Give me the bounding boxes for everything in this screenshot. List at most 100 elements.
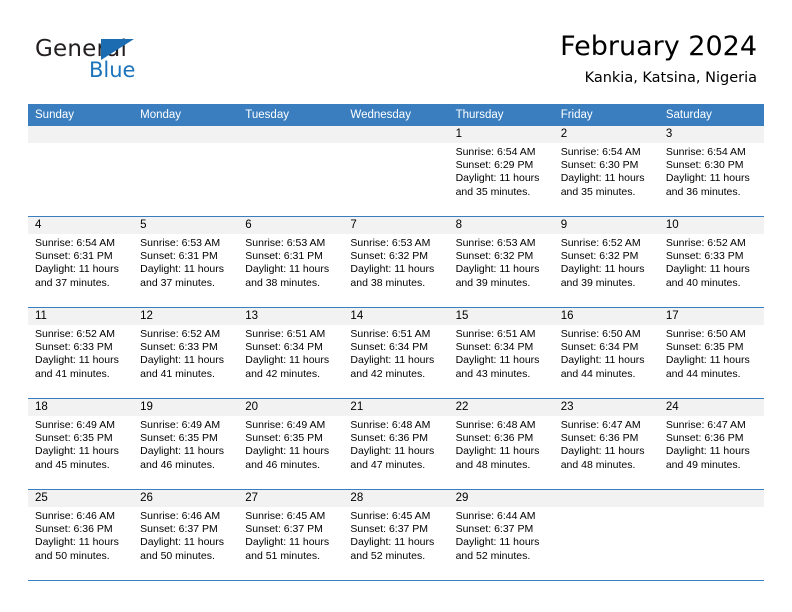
day-cell-inner: 15 Sunrise: 6:51 AM Sunset: 6:34 PM Dayligh… [448, 308, 554, 398]
day-sun-info: Sunrise: 6:54 AM Sunset: 6:31 PM Daylight:… [28, 234, 133, 290]
sunrise-text: Sunrise: 6:53 AM [455, 237, 536, 249]
day-sun-info: Sunrise: 6:54 AM Sunset: 6:30 PM Daylight:… [659, 143, 764, 199]
calendar-day-cell[interactable]: 2 Sunrise: 6:54 AM Sunset: 6:30 PM Daylight… [553, 126, 659, 217]
day-cell-inner [343, 126, 449, 216]
calendar-day-cell[interactable]: 10 Sunrise: 6:52 AM Sunset: 6:33 PM Dayligh… [658, 216, 764, 308]
calendar-day-cell[interactable]: 16 Sunrise: 6:50 AM Sunset: 6:34 PM Dayligh… [553, 307, 659, 399]
day-number: 8 [448, 217, 554, 234]
daylight-text: Daylight: 11 hours and 51 minutes. [245, 536, 330, 562]
calendar-day-cell[interactable]: 14 Sunrise: 6:51 AM Sunset: 6:34 PM Dayligh… [343, 307, 449, 399]
daylight-text: Daylight: 11 hours and 52 minutes. [455, 536, 540, 562]
day-number: 15 [448, 308, 554, 325]
sunset-text: Sunset: 6:35 PM [665, 341, 744, 354]
calendar-day-cell[interactable]: 22 Sunrise: 6:48 AM Sunset: 6:36 PM Dayligh… [448, 398, 554, 490]
calendar-day-cell[interactable]: 5 Sunrise: 6:53 AM Sunset: 6:31 PM Daylight… [133, 216, 239, 308]
calendar-day-cell-empty [28, 126, 134, 217]
day-number: 22 [448, 399, 554, 416]
day-number: 3 [658, 126, 764, 143]
day-number [343, 126, 449, 143]
calendar-day-cell[interactable]: 6 Sunrise: 6:53 AM Sunset: 6:31 PM Daylight… [238, 216, 344, 308]
sunrise-text: Sunrise: 6:53 AM [245, 237, 326, 249]
calendar-day-cell[interactable]: 24 Sunrise: 6:47 AM Sunset: 6:36 PM Dayligh… [658, 398, 764, 490]
calendar-day-cell[interactable]: 21 Sunrise: 6:48 AM Sunset: 6:36 PM Dayligh… [343, 398, 449, 490]
calendar-day-cell[interactable]: 26 Sunrise: 6:46 AM Sunset: 6:37 PM Dayligh… [133, 489, 239, 581]
daylight-text: Daylight: 11 hours and 35 minutes. [455, 172, 540, 198]
calendar-day-cell-empty [553, 489, 659, 581]
calendar-day-cell[interactable]: 25 Sunrise: 6:46 AM Sunset: 6:36 PM Dayligh… [28, 489, 134, 581]
day-cell-inner: 13 Sunrise: 6:51 AM Sunset: 6:34 PM Dayligh… [238, 308, 344, 398]
sunset-text: Sunset: 6:37 PM [350, 523, 429, 536]
calendar-week-row: 25 Sunrise: 6:46 AM Sunset: 6:36 PM Dayligh… [28, 489, 764, 581]
day-number: 18 [28, 399, 134, 416]
sunrise-text: Sunrise: 6:53 AM [350, 237, 431, 249]
sunset-text: Sunset: 6:34 PM [560, 341, 639, 354]
daylight-text: Daylight: 11 hours and 47 minutes. [350, 445, 435, 471]
day-number: 12 [133, 308, 239, 325]
day-sun-info: Sunrise: 6:44 AM Sunset: 6:37 PM Daylight:… [449, 507, 554, 563]
calendar-day-cell[interactable]: 4 Sunrise: 6:54 AM Sunset: 6:31 PM Daylight… [28, 216, 134, 308]
day-number: 9 [553, 217, 659, 234]
calendar-day-cell-empty [658, 489, 764, 581]
day-cell-inner: 8 Sunrise: 6:53 AM Sunset: 6:32 PM Daylight… [448, 217, 554, 307]
sunrise-text: Sunrise: 6:47 AM [665, 419, 746, 431]
sunset-text: Sunset: 6:30 PM [665, 159, 744, 172]
calendar-day-cell[interactable]: 20 Sunrise: 6:49 AM Sunset: 6:35 PM Dayligh… [238, 398, 344, 490]
day-cell-inner: 29 Sunrise: 6:44 AM Sunset: 6:37 PM Dayligh… [448, 490, 554, 580]
calendar-day-cell[interactable]: 18 Sunrise: 6:49 AM Sunset: 6:35 PM Dayligh… [28, 398, 134, 490]
calendar-day-cell[interactable]: 7 Sunrise: 6:53 AM Sunset: 6:32 PM Daylight… [343, 216, 449, 308]
calendar-day-cell[interactable]: 1 Sunrise: 6:54 AM Sunset: 6:29 PM Daylight… [448, 126, 554, 217]
daylight-text: Daylight: 11 hours and 46 minutes. [245, 445, 330, 471]
daylight-text: Daylight: 11 hours and 52 minutes. [350, 536, 435, 562]
calendar-day-cell[interactable]: 23 Sunrise: 6:47 AM Sunset: 6:36 PM Dayligh… [553, 398, 659, 490]
sunrise-text: Sunrise: 6:46 AM [140, 510, 221, 522]
sunrise-text: Sunrise: 6:52 AM [35, 328, 115, 340]
sunset-text: Sunset: 6:34 PM [455, 341, 534, 354]
sunset-text: Sunset: 6:36 PM [35, 523, 113, 536]
calendar-day-cell[interactable]: 8 Sunrise: 6:53 AM Sunset: 6:32 PM Daylight… [448, 216, 554, 308]
day-sun-info: Sunrise: 6:45 AM Sunset: 6:37 PM Daylight:… [343, 507, 448, 563]
sunset-text: Sunset: 6:33 PM [665, 250, 744, 263]
day-cell-inner: 22 Sunrise: 6:48 AM Sunset: 6:36 PM Dayligh… [448, 399, 554, 489]
sunrise-text: Sunrise: 6:51 AM [350, 328, 431, 340]
day-sun-info: Sunrise: 6:52 AM Sunset: 6:33 PM Daylight:… [133, 325, 238, 381]
page-subtitle: Kankia, Katsina, Nigeria [584, 70, 757, 86]
day-cell-inner: 16 Sunrise: 6:50 AM Sunset: 6:34 PM Dayligh… [553, 308, 659, 398]
calendar-day-cell[interactable]: 27 Sunrise: 6:45 AM Sunset: 6:37 PM Dayligh… [238, 489, 344, 581]
day-cell-inner: 20 Sunrise: 6:49 AM Sunset: 6:35 PM Dayligh… [238, 399, 344, 489]
day-number: 19 [133, 399, 239, 416]
calendar-day-cell[interactable]: 19 Sunrise: 6:49 AM Sunset: 6:35 PM Dayligh… [133, 398, 239, 490]
calendar-day-cell[interactable]: 17 Sunrise: 6:50 AM Sunset: 6:35 PM Dayligh… [658, 307, 764, 399]
sunset-text: Sunset: 6:35 PM [140, 432, 218, 445]
brand-logo[interactable]: General Blue [35, 36, 265, 92]
day-sun-info: Sunrise: 6:54 AM Sunset: 6:30 PM Daylight:… [554, 143, 659, 199]
day-sun-info: Sunrise: 6:53 AM Sunset: 6:32 PM Daylight:… [449, 234, 554, 290]
day-cell-inner: 11 Sunrise: 6:52 AM Sunset: 6:33 PM Dayligh… [28, 308, 134, 398]
weekday-header-friday: Friday [553, 104, 659, 126]
calendar-day-cell-empty [238, 126, 344, 217]
calendar-day-cell[interactable]: 11 Sunrise: 6:52 AM Sunset: 6:33 PM Dayligh… [28, 307, 134, 399]
calendar-day-cell[interactable]: 28 Sunrise: 6:45 AM Sunset: 6:37 PM Dayligh… [343, 489, 449, 581]
day-number: 16 [553, 308, 659, 325]
daylight-text: Daylight: 11 hours and 45 minutes. [35, 445, 119, 471]
daylight-text: Daylight: 11 hours and 38 minutes. [350, 263, 435, 289]
day-sun-info: Sunrise: 6:49 AM Sunset: 6:35 PM Daylight:… [238, 416, 343, 472]
sunrise-text: Sunrise: 6:50 AM [665, 328, 746, 340]
calendar-day-cell[interactable]: 29 Sunrise: 6:44 AM Sunset: 6:37 PM Dayligh… [448, 489, 554, 581]
sunset-text: Sunset: 6:36 PM [455, 432, 534, 445]
day-sun-info: Sunrise: 6:48 AM Sunset: 6:36 PM Daylight:… [343, 416, 448, 472]
title-block: February 2024 Kankia, Katsina, Nigeria [560, 30, 757, 88]
sunset-text: Sunset: 6:36 PM [665, 432, 744, 445]
calendar-day-cell[interactable]: 12 Sunrise: 6:52 AM Sunset: 6:33 PM Dayligh… [133, 307, 239, 399]
daylight-text: Daylight: 11 hours and 37 minutes. [35, 263, 119, 289]
calendar-day-cell[interactable]: 15 Sunrise: 6:51 AM Sunset: 6:34 PM Dayligh… [448, 307, 554, 399]
calendar-day-cell[interactable]: 9 Sunrise: 6:52 AM Sunset: 6:32 PM Daylight… [553, 216, 659, 308]
sunset-text: Sunset: 6:35 PM [35, 432, 113, 445]
calendar-day-cell[interactable]: 3 Sunrise: 6:54 AM Sunset: 6:30 PM Daylight… [658, 126, 764, 217]
day-cell-inner: 10 Sunrise: 6:52 AM Sunset: 6:33 PM Dayligh… [658, 217, 764, 307]
day-sun-info: Sunrise: 6:49 AM Sunset: 6:35 PM Daylight:… [28, 416, 133, 472]
calendar-day-cell-empty [133, 126, 239, 217]
sunset-text: Sunset: 6:34 PM [245, 341, 323, 354]
day-number: 21 [343, 399, 449, 416]
calendar-day-cell[interactable]: 13 Sunrise: 6:51 AM Sunset: 6:34 PM Dayligh… [238, 307, 344, 399]
calendar-week-row: 18 Sunrise: 6:49 AM Sunset: 6:35 PM Dayligh… [28, 398, 764, 490]
